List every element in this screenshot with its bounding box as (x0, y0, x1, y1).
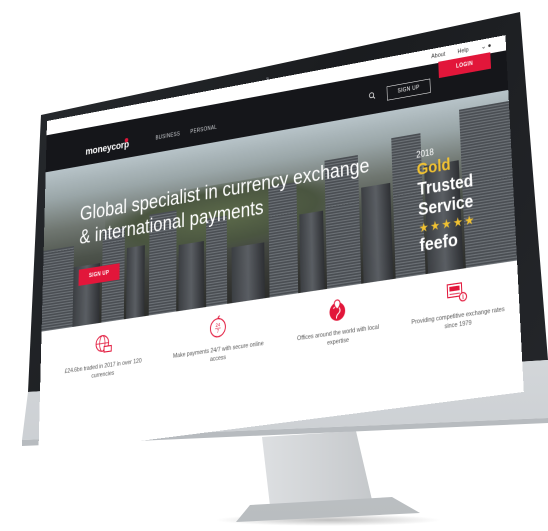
feature-item: £24.6bn traded in 2017 in over 120 curre… (58, 326, 149, 386)
building (178, 241, 204, 312)
search-icon[interactable] (369, 91, 376, 100)
feefo-trusted-service-badge: 2018 Gold Trusted Service ★★★★★ feefo (416, 138, 496, 258)
language-selector-icon[interactable]: ⌄ ● (481, 41, 492, 50)
building (231, 242, 265, 304)
feature-item: Offices around the world with local expe… (289, 290, 388, 352)
exchange-rate-icon (445, 278, 468, 307)
feefo-logo: feefo (419, 228, 459, 256)
building (126, 245, 145, 319)
signup-button[interactable]: SIGN UP (386, 78, 431, 101)
help-link[interactable]: Help (457, 46, 468, 55)
about-link[interactable]: About (431, 51, 445, 60)
building (206, 215, 228, 307)
nav-item-personal[interactable]: PERSONAL (190, 124, 217, 135)
moneycorp-logo[interactable]: moneycorp (85, 139, 129, 158)
feature-text: Offices around the world with local expe… (297, 323, 380, 347)
feature-text: Providing competitive exchange rates sin… (411, 305, 505, 331)
feature-text: £24.6bn traded in 2017 in over 120 curre… (64, 357, 142, 380)
feature-item: 24 7 Make payments 24/7 with secure onli… (171, 308, 265, 369)
feature-item: Providing competitive exchange rates sin… (406, 273, 510, 337)
building (41, 245, 75, 332)
building (299, 210, 325, 293)
location-globe-icon (329, 296, 346, 322)
website-screen: About Help ⌄ ● moneycorp BUSINESS PERSON… (38, 35, 524, 454)
24-7-clock-icon: 24 7 (208, 314, 229, 342)
nav-item-business[interactable]: BUSINESS (156, 131, 181, 141)
imac-mockup: About Help ⌄ ● moneycorp BUSINESS PERSON… (0, 0, 548, 531)
feature-text: Make payments 24/7 with secure online ac… (172, 339, 264, 363)
globe-money-icon (93, 331, 113, 358)
